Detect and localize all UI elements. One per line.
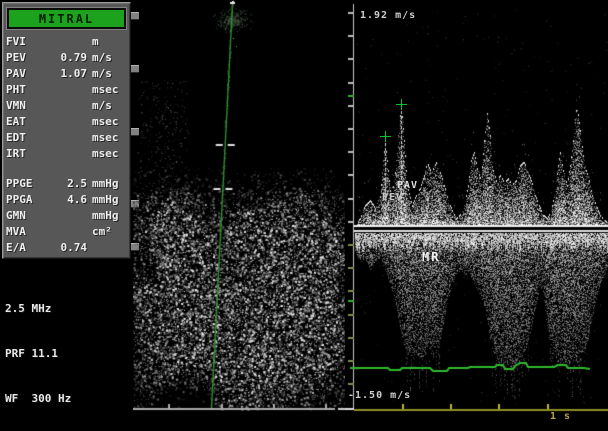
measurement-value [46,208,92,224]
exam-type-header: MITRAL [7,8,126,29]
measurement-row: PEV0.79m/s [3,50,130,66]
measurement-unit: m [92,34,128,50]
measurement-row: VMN m/s [3,98,130,114]
velocity-scale-min-label: -1.50 m/s [348,390,411,401]
measurement-label: PHT [6,82,46,98]
measurement-value: 2.5 [46,176,92,192]
measurement-unit [92,240,128,256]
measurement-unit: mmHg [92,176,128,192]
measurement-label: PPGA [6,192,46,208]
bmode-canvas[interactable] [133,0,345,431]
exam-type-label: MITRAL [39,12,94,26]
measurement-label: PEV [6,50,46,66]
measurement-unit: cm² [92,224,128,240]
measurement-label: E/A [6,240,46,256]
measurement-value [46,146,92,162]
measurement-label: PAV [6,66,46,82]
measurement-label: EDT [6,130,46,146]
spectral-canvas[interactable] [345,0,608,431]
measurement-label: EAT [6,114,46,130]
measurement-row: EDT msec [3,130,130,146]
measurement-value: 4.6 [46,192,92,208]
measurement-value [46,224,92,240]
measurement-value: 0.79 [46,50,92,66]
measurement-label: IRT [6,146,46,162]
measurement-unit: msec [92,146,128,162]
measurement-row: MVA cm² [3,224,130,240]
measurement-label: VMN [6,98,46,114]
measurement-row: EAT msec [3,114,130,130]
measurement-label: MVA [6,224,46,240]
measurement-unit: msec [92,82,128,98]
measurement-unit: m/s [92,98,128,114]
measurement-value [46,98,92,114]
measurement-label: GMN [6,208,46,224]
measurement-unit: m/s [92,66,128,82]
mr-wave-label: MR [422,250,440,264]
measurement-unit: m/s [92,50,128,66]
prf-value: PRF 11.1 [5,346,71,361]
measurement-label: FVI [6,34,46,50]
spectral-doppler-area[interactable]: 1.92 m/s -1.50 m/s 1 s PAV PEV MR [345,0,608,431]
measurement-unit: mmHg [92,192,128,208]
measurement-unit: mmHg [92,208,128,224]
measurement-rows: FVIm PEV0.79m/s PAV1.07m/s PHTmsec VMNm/… [3,34,130,256]
measurement-value [46,34,92,50]
measurement-row: E/A0.74 [3,240,130,256]
measurement-value: 0.74 [46,240,92,256]
measurement-row: IRT msec [3,146,130,162]
measurement-panel: MITRAL FVIm PEV0.79m/s PAV1.07m/s PHTmse… [2,2,131,259]
measurement-row: GMN mmHg [3,208,130,224]
caliper-marker-icon[interactable] [380,131,391,142]
pev-wave-label: PEV [382,192,403,203]
measurement-row: PAV1.07m/s [3,66,130,82]
velocity-scale-max-label: 1.92 m/s [360,10,416,21]
bmode-image-area[interactable] [133,0,345,431]
measurement-row: PHT msec [3,82,130,98]
tech-params: 2.5 MHz PRF 11.1 WF 300 Hz [5,271,71,431]
measurement-value [46,114,92,130]
measurement-value: 1.07 [46,66,92,82]
measurement-value [46,130,92,146]
measurement-row: PPGA4.6mmHg [3,192,130,208]
time-scale-label: 1 s [550,411,571,422]
pav-wave-label: PAV [397,180,418,191]
caliper-marker-icon[interactable] [396,99,407,110]
measurement-value [46,82,92,98]
ultrasound-screen: MITRAL FVIm PEV0.79m/s PAV1.07m/s PHTmse… [0,0,608,431]
measurement-unit: msec [92,114,128,130]
measurement-row: FVI m [3,34,130,50]
measurement-row: PPGE2.5mmHg [3,176,130,192]
measurement-label: PPGE [6,176,46,192]
transducer-frequency: 2.5 MHz [5,301,71,316]
measurement-unit: msec [92,130,128,146]
wall-filter-value: WF 300 Hz [5,391,71,406]
